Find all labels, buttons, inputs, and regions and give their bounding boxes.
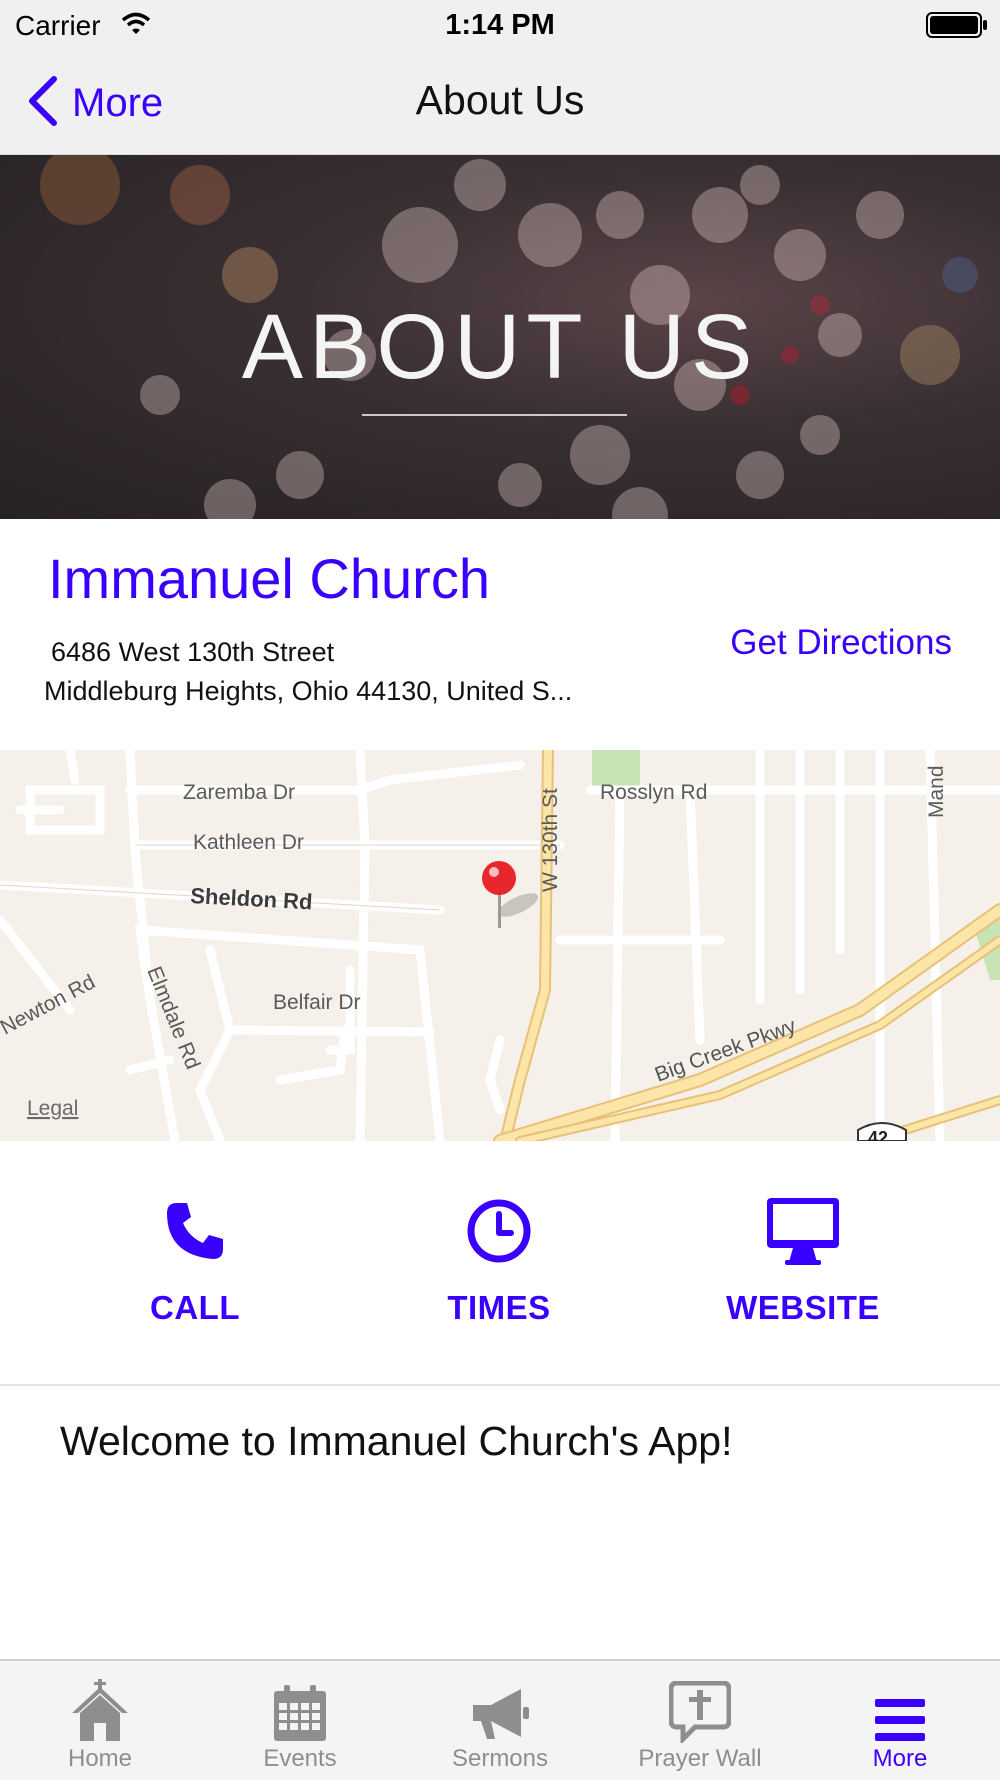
street-label-kathleen: Kathleen Dr [193,831,304,854]
church-info: Immanuel Church 6486 West 130th Street M… [0,519,1000,750]
address-line-1: 6486 West 130th Street [51,637,335,667]
home-icon [0,1675,200,1743]
tab-events-label: Events [263,1745,337,1772]
banner-divider [362,414,627,416]
street-label-rosslyn: Rosslyn Rd [600,781,707,804]
map-canvas: Zaremba Dr Kathleen Dr Sheldon Rd Belfai… [0,750,1000,1141]
call-button[interactable]: CALL [95,1191,295,1327]
tab-more[interactable]: More [800,1661,1000,1780]
get-directions-link[interactable]: Get Directions [730,623,952,663]
tab-home[interactable]: Home [0,1661,200,1780]
tab-prayer-wall-label: Prayer Wall [638,1745,762,1772]
website-button[interactable]: WEBSITE [703,1191,903,1327]
tab-prayer-wall[interactable]: Prayer Wall [600,1661,800,1780]
welcome-message: Welcome to Immanuel Church's App! [60,1418,733,1464]
banner-title: ABOUT US [241,296,759,398]
calendar-icon [200,1675,400,1743]
tab-more-label: More [872,1745,928,1772]
prayer-bubble-icon [600,1675,800,1743]
address-line-2: Middleburg Heights, Ohio 44130, United S… [44,676,573,706]
megaphone-icon [400,1675,600,1743]
battery-icon [926,12,988,43]
monitor-icon [703,1191,903,1271]
website-label: WEBSITE [726,1289,880,1326]
page-title: About Us [415,77,585,123]
status-time: 1:14 PM [445,9,555,41]
map-legal-link[interactable]: Legal [27,1097,78,1120]
about-banner: ABOUT US [0,155,1000,519]
clock-icon [399,1191,599,1271]
menu-icon [800,1675,1000,1743]
navigation-bar: More About Us [0,50,1000,155]
church-name: Immanuel Church [48,547,490,610]
street-label-manda: Mand [925,765,948,818]
tab-bar: Home Events Sermons Prayer Wall More [0,1659,1000,1780]
tab-home-label: Home [67,1745,133,1772]
action-buttons: CALL TIMES WEBSITE [0,1141,1000,1386]
phone-icon [95,1191,295,1271]
route-shield-label: 42 [868,1128,888,1141]
location-map[interactable]: Zaremba Dr Kathleen Dr Sheldon Rd Belfai… [0,750,1000,1141]
location-pin-icon[interactable] [482,861,541,928]
street-label-w130th: W 130th St [539,788,562,892]
status-bar: Carrier 1:14 PM [0,0,1000,50]
tab-sermons[interactable]: Sermons [400,1661,600,1780]
street-label-sheldon: Sheldon Rd [190,883,313,914]
street-label-belfair: Belfair Dr [273,991,361,1014]
street-label-zaremba: Zaremba Dr [183,781,295,804]
tab-events[interactable]: Events [200,1661,400,1780]
tab-sermons-label: Sermons [451,1745,549,1772]
times-button[interactable]: TIMES [399,1191,599,1327]
times-label: TIMES [447,1289,551,1326]
call-label: CALL [150,1289,240,1326]
